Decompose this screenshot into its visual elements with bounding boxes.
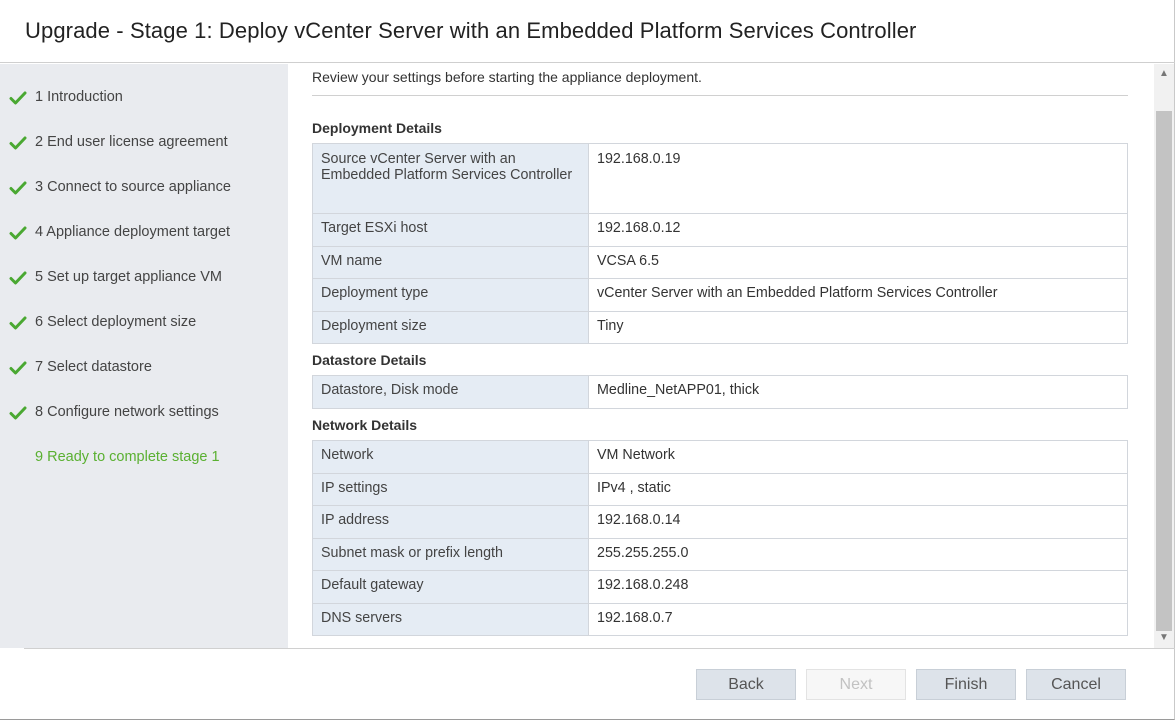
row-value: 192.168.0.7 xyxy=(588,603,1128,636)
scroll-down-arrow-icon[interactable]: ▼ xyxy=(1154,628,1174,648)
row-key: Target ESXi host xyxy=(312,213,589,247)
step-introduction[interactable]: 1 Introduction xyxy=(0,87,288,111)
table-row: Target ESXi host 192.168.0.12 xyxy=(312,213,1128,247)
step-ready-to-complete[interactable]: 9 Ready to complete stage 1 xyxy=(0,447,288,471)
row-key: Default gateway xyxy=(312,570,589,604)
intro-text: Review your settings before starting the… xyxy=(312,69,702,85)
row-key: Subnet mask or prefix length xyxy=(312,538,589,571)
section-title-datastore: Datastore Details xyxy=(312,352,427,368)
row-key: Network xyxy=(312,440,589,474)
vertical-scrollbar[interactable]: ▲ ▼ xyxy=(1154,64,1174,648)
row-value: VCSA 6.5 xyxy=(588,246,1128,279)
deployment-details-table: Source vCenter Server with an Embedded P… xyxy=(312,143,1128,344)
row-value: vCenter Server with an Embedded Platform… xyxy=(588,278,1128,312)
cancel-button[interactable]: Cancel xyxy=(1026,669,1126,700)
network-details-table: Network VM Network IP settings IPv4 , st… xyxy=(312,440,1128,636)
row-key: Source vCenter Server with an Embedded P… xyxy=(312,143,589,214)
scroll-up-arrow-icon[interactable]: ▲ xyxy=(1154,64,1174,84)
section-title-deployment: Deployment Details xyxy=(312,120,442,136)
back-button[interactable]: Back xyxy=(696,669,796,700)
step-deployment-target[interactable]: 4 Appliance deployment target xyxy=(0,222,288,246)
table-row: VM name VCSA 6.5 xyxy=(312,246,1128,279)
upgrade-wizard-dialog: Upgrade - Stage 1: Deploy vCenter Server… xyxy=(0,0,1175,720)
step-label: 8 Configure network settings xyxy=(35,404,219,420)
step-label: 2 End user license agreement xyxy=(35,134,228,150)
footer-divider xyxy=(24,648,1175,649)
row-value: VM Network xyxy=(588,440,1128,474)
check-icon xyxy=(9,91,27,105)
check-icon xyxy=(9,181,27,195)
check-icon xyxy=(9,136,27,150)
table-row: Default gateway 192.168.0.248 xyxy=(312,570,1128,604)
table-row: Deployment size Tiny xyxy=(312,311,1128,344)
title-bar: Upgrade - Stage 1: Deploy vCenter Server… xyxy=(0,0,1175,63)
step-connect-source[interactable]: 3 Connect to source appliance xyxy=(0,177,288,201)
table-row: Source vCenter Server with an Embedded P… xyxy=(312,143,1128,214)
scrollbar-thumb[interactable] xyxy=(1156,111,1172,631)
row-value: Medline_NetAPP01, thick xyxy=(588,375,1128,409)
step-label: 9 Ready to complete stage 1 xyxy=(35,449,220,465)
row-key: IP settings xyxy=(312,473,589,506)
section-title-network: Network Details xyxy=(312,417,418,433)
row-key: Datastore, Disk mode xyxy=(312,375,589,409)
table-row: Subnet mask or prefix length 255.255.255… xyxy=(312,538,1128,571)
row-key: Deployment type xyxy=(312,278,589,312)
table-row: DNS servers 192.168.0.7 xyxy=(312,603,1128,636)
step-label: 6 Select deployment size xyxy=(35,314,197,330)
step-label: 4 Appliance deployment target xyxy=(35,224,231,240)
row-key: VM name xyxy=(312,246,589,279)
check-icon xyxy=(9,316,27,330)
step-deployment-size[interactable]: 6 Select deployment size xyxy=(0,312,288,336)
row-value: 255.255.255.0 xyxy=(588,538,1128,571)
row-key: IP address xyxy=(312,505,589,539)
table-row: IP address 192.168.0.14 xyxy=(312,505,1128,539)
finish-button[interactable]: Finish xyxy=(916,669,1016,700)
row-value: 192.168.0.19 xyxy=(588,143,1128,214)
row-key: DNS servers xyxy=(312,603,589,636)
row-value: 192.168.0.14 xyxy=(588,505,1128,539)
table-row: Network VM Network xyxy=(312,440,1128,474)
table-row: IP settings IPv4 , static xyxy=(312,473,1128,506)
row-value: 192.168.0.12 xyxy=(588,213,1128,247)
window-title: Upgrade - Stage 1: Deploy vCenter Server… xyxy=(25,18,917,43)
row-value: 192.168.0.248 xyxy=(588,570,1128,604)
check-icon xyxy=(9,406,27,420)
row-value: IPv4 , static xyxy=(588,473,1128,506)
table-row: Deployment type vCenter Server with an E… xyxy=(312,278,1128,312)
step-setup-vm[interactable]: 5 Set up target appliance VM xyxy=(0,267,288,291)
divider xyxy=(312,95,1128,96)
review-settings-panel: Review your settings before starting the… xyxy=(288,64,1154,648)
datastore-details-table: Datastore, Disk mode Medline_NetAPP01, t… xyxy=(312,375,1128,409)
wizard-steps-sidebar: 1 Introduction 2 End user license agreem… xyxy=(0,64,288,648)
table-row: Datastore, Disk mode Medline_NetAPP01, t… xyxy=(312,375,1128,409)
step-label: 7 Select datastore xyxy=(35,359,152,375)
row-value: Tiny xyxy=(588,311,1128,344)
check-icon xyxy=(9,361,27,375)
step-label: 1 Introduction xyxy=(35,89,123,105)
step-license-agreement[interactable]: 2 End user license agreement xyxy=(0,132,288,156)
check-icon xyxy=(9,271,27,285)
step-select-datastore[interactable]: 7 Select datastore xyxy=(0,357,288,381)
step-label: 5 Set up target appliance VM xyxy=(35,269,223,285)
next-button[interactable]: Next xyxy=(806,669,906,700)
step-label: 3 Connect to source appliance xyxy=(35,179,231,195)
step-network-settings[interactable]: 8 Configure network settings xyxy=(0,402,288,426)
row-key: Deployment size xyxy=(312,311,589,344)
check-icon xyxy=(9,226,27,240)
